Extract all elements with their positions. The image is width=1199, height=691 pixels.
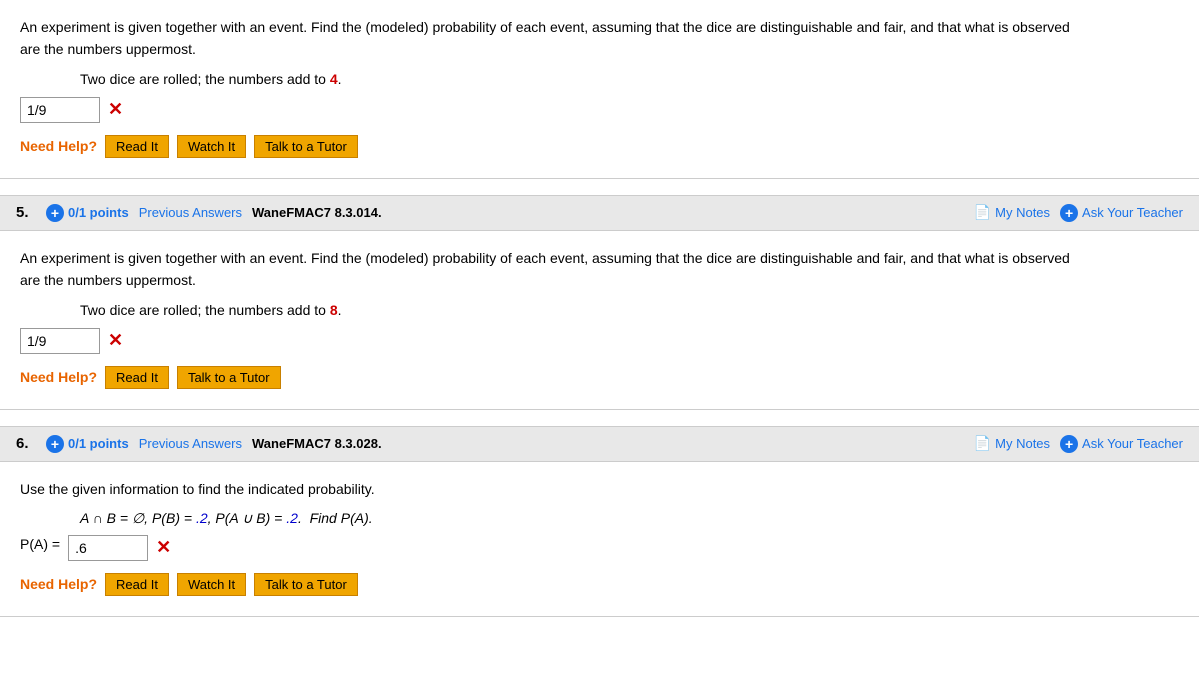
question-body-5: An experiment is given together with an … bbox=[0, 231, 1199, 409]
answer-row-6: P(A) = ✕ bbox=[20, 535, 1179, 561]
question-header-5: 5. + 0/1 points Previous Answers WaneFMA… bbox=[0, 195, 1199, 231]
question-block-5: 5. + 0/1 points Previous Answers WaneFMA… bbox=[0, 195, 1199, 410]
my-notes-btn-6[interactable]: 📄 My Notes bbox=[974, 435, 1050, 452]
math-formula-6: A ∩ B = ∅, P(B) = .2, P(A ∪ B) = .2. Fin… bbox=[80, 510, 1179, 527]
points-text-6: 0/1 points bbox=[68, 436, 129, 451]
prev-answers-5[interactable]: Previous Answers bbox=[139, 205, 242, 220]
my-notes-btn-5[interactable]: 📄 My Notes bbox=[974, 204, 1050, 221]
spacer-2 bbox=[0, 410, 1199, 426]
watch-it-button-prev[interactable]: Watch It bbox=[177, 135, 246, 158]
highlight-number-prev: 4 bbox=[330, 71, 338, 87]
spacer-3 bbox=[0, 617, 1199, 633]
points-badge-5: + 0/1 points bbox=[46, 204, 129, 222]
talk-tutor-button-prev[interactable]: Talk to a Tutor bbox=[254, 135, 358, 158]
body-line1-6: Use the given information to find the in… bbox=[20, 481, 375, 497]
points-text-5: 0/1 points bbox=[68, 205, 129, 220]
body-line2-prev: are the numbers uppermost. bbox=[20, 41, 196, 57]
ask-teacher-label-6: Ask Your Teacher bbox=[1082, 436, 1183, 451]
question-number-6: 6. bbox=[16, 435, 36, 452]
ask-plus-circle-6: + bbox=[1060, 435, 1078, 453]
notes-icon-6: 📄 bbox=[974, 435, 991, 452]
question-text-6: Use the given information to find the in… bbox=[20, 478, 1179, 500]
question-body-prev: An experiment is given together with an … bbox=[0, 0, 1199, 178]
body-line2-5: are the numbers uppermost. bbox=[20, 272, 196, 288]
problem-code-6: WaneFMAC7 8.3.028. bbox=[252, 436, 382, 451]
points-badge-6: + 0/1 points bbox=[46, 435, 129, 453]
wrong-icon-prev: ✕ bbox=[108, 99, 123, 120]
answer-input-prev[interactable] bbox=[20, 97, 100, 123]
pa-label-6: P(A) = bbox=[20, 536, 60, 552]
wrong-icon-6: ✕ bbox=[156, 537, 171, 558]
highlight-number-5: 8 bbox=[330, 302, 338, 318]
question-header-6: 6. + 0/1 points Previous Answers WaneFMA… bbox=[0, 426, 1199, 462]
my-notes-label-5: My Notes bbox=[995, 205, 1050, 220]
ask-teacher-btn-5[interactable]: + Ask Your Teacher bbox=[1060, 204, 1183, 222]
question-body-6: Use the given information to find the in… bbox=[0, 462, 1199, 616]
talk-tutor-button-5[interactable]: Talk to a Tutor bbox=[177, 366, 281, 389]
problem-code-5: WaneFMAC7 8.3.014. bbox=[252, 205, 382, 220]
plus-circle-5: + bbox=[46, 204, 64, 222]
read-it-button-prev[interactable]: Read It bbox=[105, 135, 169, 158]
read-it-button-5[interactable]: Read It bbox=[105, 366, 169, 389]
watch-it-button-6[interactable]: Watch It bbox=[177, 573, 246, 596]
answer-input-6[interactable] bbox=[68, 535, 148, 561]
question-text-5: An experiment is given together with an … bbox=[20, 247, 1179, 292]
sub-question-5: Two dice are rolled; the numbers add to … bbox=[80, 302, 1179, 318]
spacer-1 bbox=[0, 179, 1199, 195]
answer-row-5: ✕ bbox=[20, 328, 1179, 354]
my-notes-label-6: My Notes bbox=[995, 436, 1050, 451]
answer-input-5[interactable] bbox=[20, 328, 100, 354]
need-help-row-5: Need Help? Read It Talk to a Tutor bbox=[20, 366, 1179, 389]
need-help-label-5: Need Help? bbox=[20, 369, 97, 385]
plus-circle-6: + bbox=[46, 435, 64, 453]
talk-tutor-button-6[interactable]: Talk to a Tutor bbox=[254, 573, 358, 596]
ask-plus-circle-5: + bbox=[1060, 204, 1078, 222]
notes-icon-5: 📄 bbox=[974, 204, 991, 221]
wrong-icon-5: ✕ bbox=[108, 330, 123, 351]
need-help-label-6: Need Help? bbox=[20, 576, 97, 592]
question-text-prev: An experiment is given together with an … bbox=[20, 16, 1179, 61]
need-help-label-prev: Need Help? bbox=[20, 138, 97, 154]
ask-teacher-label-5: Ask Your Teacher bbox=[1082, 205, 1183, 220]
question-number-5: 5. bbox=[16, 204, 36, 221]
body-line1-5: An experiment is given together with an … bbox=[20, 250, 1070, 266]
need-help-row-6: Need Help? Read It Watch It Talk to a Tu… bbox=[20, 573, 1179, 596]
answer-row-prev: ✕ bbox=[20, 97, 1179, 123]
sub-question-prev: Two dice are rolled; the numbers add to … bbox=[80, 71, 1179, 87]
question-block-prev: An experiment is given together with an … bbox=[0, 0, 1199, 179]
question-block-6: 6. + 0/1 points Previous Answers WaneFMA… bbox=[0, 426, 1199, 617]
read-it-button-6[interactable]: Read It bbox=[105, 573, 169, 596]
need-help-row-prev: Need Help? Read It Watch It Talk to a Tu… bbox=[20, 135, 1179, 158]
body-line1-prev: An experiment is given together with an … bbox=[20, 19, 1070, 35]
prev-answers-6[interactable]: Previous Answers bbox=[139, 436, 242, 451]
ask-teacher-btn-6[interactable]: + Ask Your Teacher bbox=[1060, 435, 1183, 453]
